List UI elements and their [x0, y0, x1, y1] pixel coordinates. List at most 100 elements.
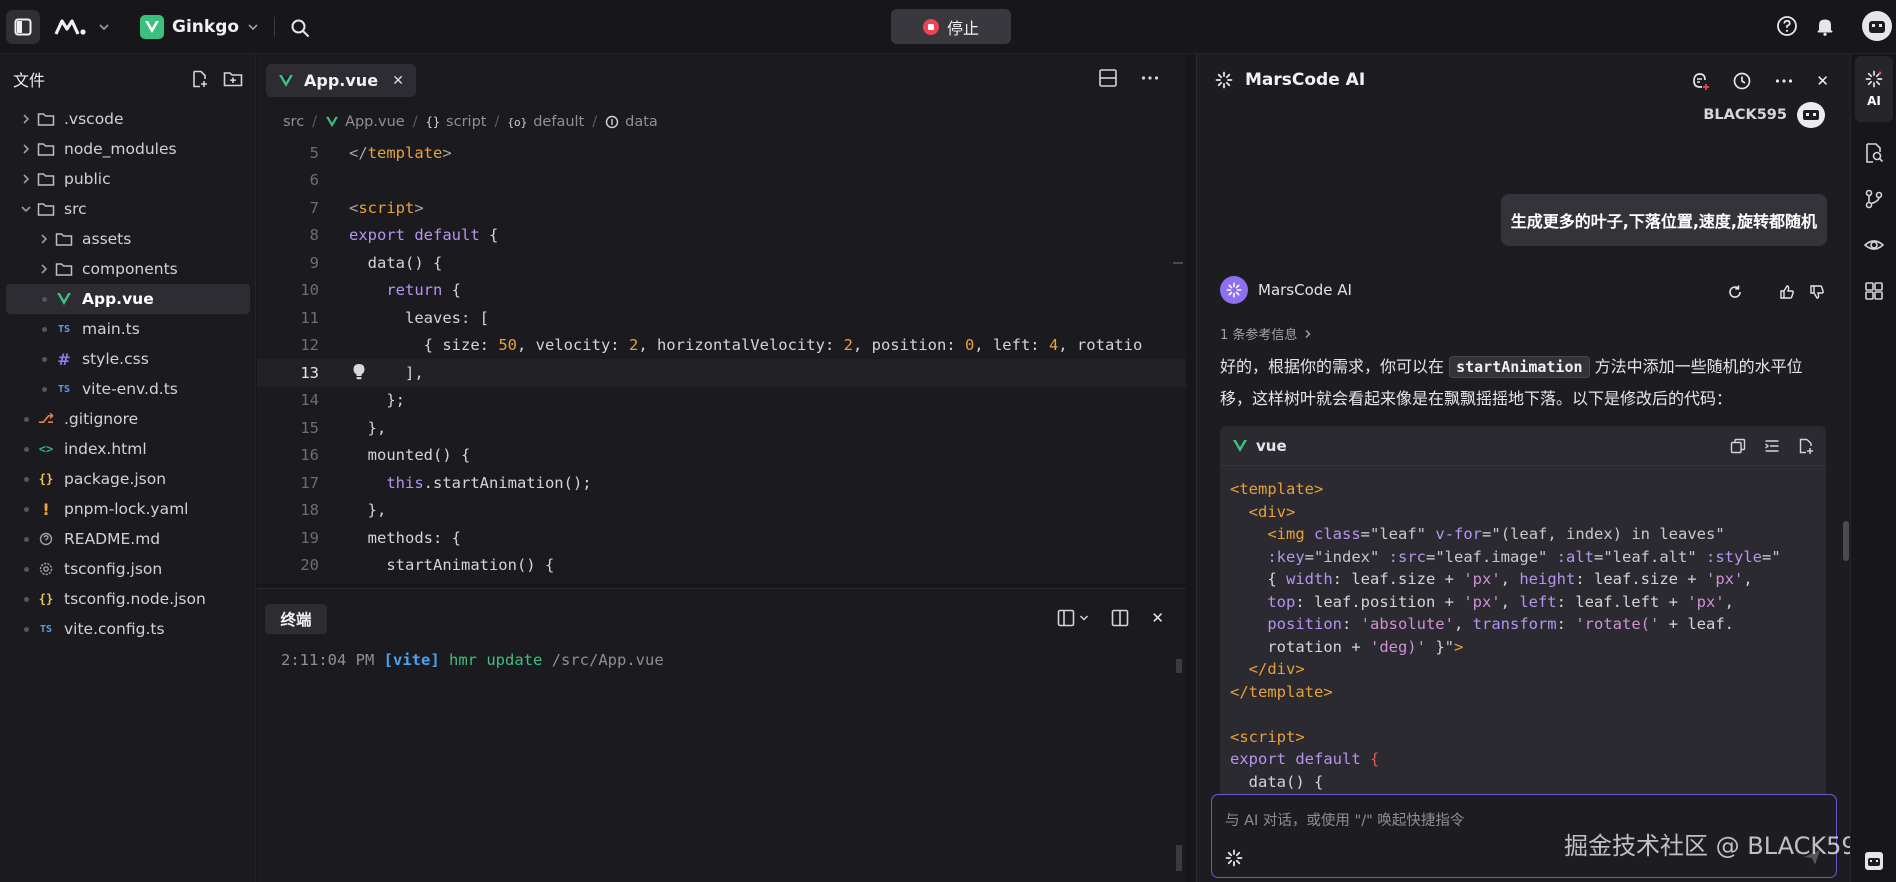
new-folder-icon[interactable] [223, 70, 243, 88]
tree-file[interactable]: App.vue [6, 284, 250, 314]
tree-file[interactable]: # style.css [0, 344, 256, 374]
tree-item-label: index.html [64, 440, 147, 458]
notifications-button[interactable] [1814, 15, 1836, 37]
tree-file[interactable]: TS vite.config.ts [0, 614, 256, 644]
braces-icon: {} [425, 115, 441, 129]
editor-scrollbar[interactable] [1173, 139, 1186, 584]
lightbulb-icon[interactable] [352, 363, 366, 381]
tab-terminal[interactable]: 终端 [265, 604, 327, 634]
breadcrumb-item[interactable]: App.vue [345, 114, 405, 130]
new-file-icon[interactable] [191, 70, 209, 88]
code-line[interactable]: 12 { size: 50, velocity: 2, horizontalVe… [257, 332, 1186, 360]
sparkle-icon[interactable] [1225, 849, 1243, 867]
apply-code-icon[interactable] [1798, 438, 1814, 454]
breadcrumb-item[interactable]: default [533, 114, 584, 130]
code-line[interactable]: 6 [257, 167, 1186, 195]
tree-file[interactable]: TS main.ts [0, 314, 256, 344]
code-area[interactable]: 5 </template> 6 7 <script> 8 export default {9… [257, 139, 1186, 584]
code-line[interactable]: 14 }; [257, 387, 1186, 415]
code-line[interactable]: 19 methods: { [257, 524, 1186, 552]
terminal-event: hmr update [449, 651, 543, 669]
search-button[interactable] [286, 14, 314, 42]
thumbs-down-icon[interactable] [1809, 284, 1825, 300]
thumbs-up-icon[interactable] [1779, 284, 1795, 300]
history-icon[interactable] [1732, 71, 1752, 91]
account-icon[interactable] [1863, 850, 1885, 872]
code-line[interactable]: 10 return { [257, 277, 1186, 305]
chevron-right-icon[interactable] [18, 143, 34, 155]
tree-file[interactable]: <> index.html [0, 434, 256, 464]
tree-file[interactable]: README.md [0, 524, 256, 554]
chevron-right-icon[interactable] [36, 233, 52, 245]
code-line[interactable]: 13 ], [257, 359, 1186, 387]
chevron-right-icon[interactable] [18, 113, 34, 125]
more-options-icon[interactable] [1774, 71, 1794, 91]
regenerate-icon[interactable] [1727, 284, 1743, 300]
code-line[interactable]: 15 }, [257, 414, 1186, 442]
code-line[interactable]: 8 export default { [257, 222, 1186, 250]
code-line[interactable]: 17 this.startAnimation(); [257, 469, 1186, 497]
breadcrumb-item[interactable]: data [625, 114, 658, 130]
tree-folder[interactable]: .vscode [0, 104, 256, 134]
tree-folder[interactable]: node_modules [0, 134, 256, 164]
project-switcher[interactable]: Ginkgo [140, 13, 259, 41]
source-control-icon[interactable] [1863, 188, 1885, 210]
chevron-right-icon[interactable] [18, 173, 34, 185]
terminal-scrollbar-top[interactable] [1176, 659, 1182, 673]
split-terminal-icon[interactable] [1111, 609, 1129, 627]
tree-folder[interactable]: public [0, 164, 256, 194]
code-line[interactable]: 11 leaves: [ [257, 304, 1186, 332]
tree-folder[interactable]: components [0, 254, 256, 284]
reference-info[interactable]: 1 条参考信息 [1220, 324, 1313, 343]
layout-menu[interactable] [1057, 609, 1089, 627]
rail-ai-button[interactable]: AI [1855, 56, 1893, 122]
chevron-right-icon[interactable] [36, 263, 52, 275]
line-number: 6 [309, 171, 319, 190]
code-line[interactable]: 9 data() { [257, 249, 1186, 277]
tree-file[interactable]: {} package.json [0, 464, 256, 494]
chat-history[interactable]: BLACK595 生成更多的叶子,下落位置,速度,旋转都随机 MarsCode … [1197, 102, 1851, 837]
chevron-down-icon [99, 24, 109, 31]
terminal-scrollbar-bottom[interactable] [1176, 845, 1182, 871]
stop-button[interactable]: 停止 [891, 9, 1011, 44]
sidebar-toggle-button[interactable] [6, 10, 40, 44]
code-line[interactable]: 18 }, [257, 497, 1186, 525]
copy-icon[interactable] [1730, 438, 1746, 454]
code-line[interactable]: 5 </template> [257, 139, 1186, 167]
help-button[interactable] [1776, 15, 1798, 37]
file-search-icon[interactable] [1863, 142, 1885, 164]
chevron-down-icon[interactable] [18, 203, 34, 215]
marscode-logo-icon [54, 19, 86, 35]
tree-folder[interactable]: src [0, 194, 256, 224]
new-chat-icon[interactable] [1690, 71, 1710, 91]
extensions-icon[interactable] [1863, 280, 1885, 302]
tree-file[interactable]: TS vite-env.d.ts [0, 374, 256, 404]
chat-scrollbar[interactable] [1843, 521, 1849, 561]
tree-file[interactable]: ⎇ .gitignore [0, 404, 256, 434]
insert-code-icon[interactable] [1764, 438, 1780, 454]
ai-assistant-panel: MarsCode AI ✕ BLACK595 生成更多的叶子,下落位置,速度,旋… [1196, 54, 1850, 882]
split-editor-icon[interactable] [1098, 68, 1118, 88]
tree-file[interactable]: tsconfig.json [0, 554, 256, 584]
tree-file[interactable]: {} tsconfig.node.json [0, 584, 256, 614]
preview-eye-icon[interactable] [1863, 234, 1885, 256]
code-line[interactable]: 7 <script> [257, 194, 1186, 222]
code-line[interactable]: 20 startAnimation() { [257, 552, 1186, 580]
close-panel-icon[interactable]: ✕ [1816, 72, 1829, 90]
breadcrumb-item[interactable]: src [283, 114, 304, 130]
rail-ai-label: AI [1867, 94, 1881, 108]
close-terminal-icon[interactable]: ✕ [1151, 609, 1164, 627]
breadcrumb-item[interactable]: script [446, 114, 486, 130]
tree-file[interactable]: ! pnpm-lock.yaml [0, 494, 256, 524]
tab-app-vue[interactable]: App.vue ✕ [266, 64, 416, 97]
line-number: 19 [300, 528, 319, 547]
marscode-logo-menu[interactable] [54, 14, 110, 40]
user-avatar-button[interactable] [1862, 11, 1892, 41]
tree-item-label: tsconfig.node.json [64, 590, 206, 608]
more-options-icon[interactable] [1140, 68, 1160, 88]
code-line[interactable]: 16 mounted() { [257, 442, 1186, 470]
tree-folder[interactable]: assets [0, 224, 256, 254]
close-tab-icon[interactable]: ✕ [392, 73, 404, 89]
code-text: }; [349, 391, 405, 410]
sparkle-icon [1215, 71, 1233, 89]
